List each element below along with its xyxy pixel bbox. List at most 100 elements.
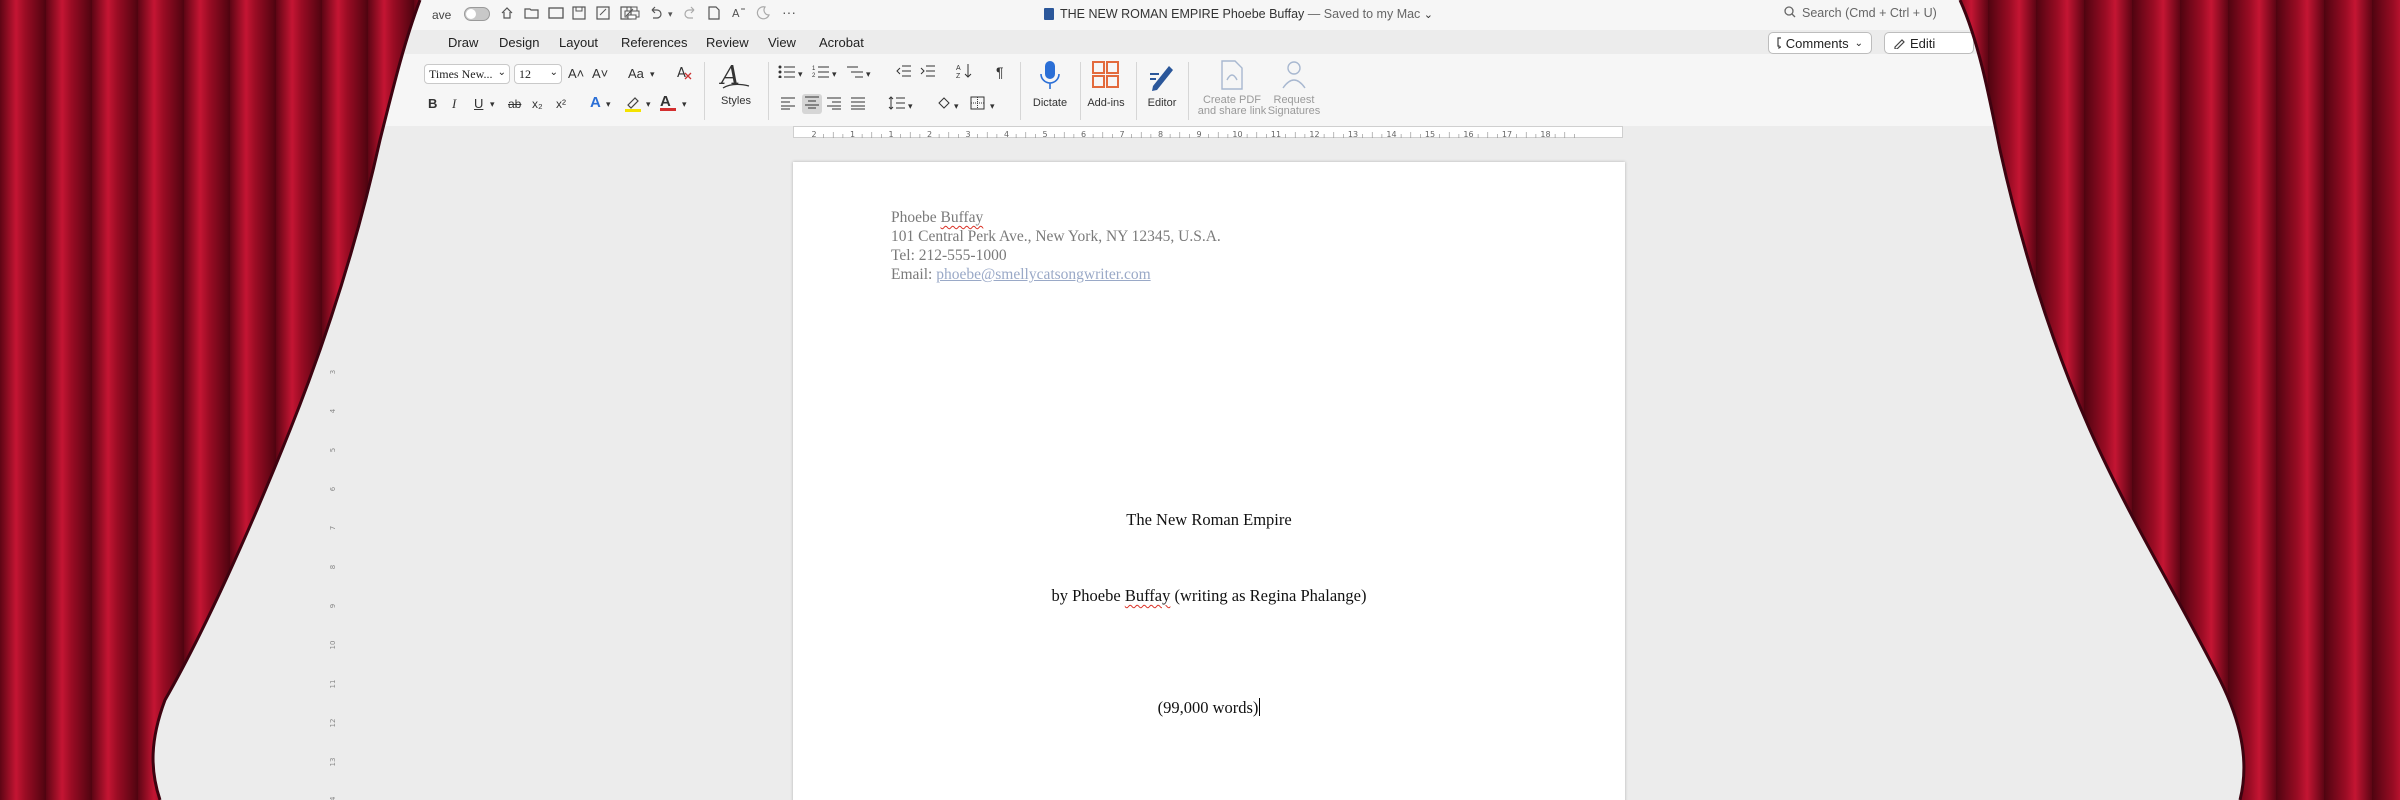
email-link[interactable]: phoebe@smellycatsongwriter.com [936, 266, 1150, 283]
undo-dropdown-icon[interactable]: ▾ [668, 9, 673, 20]
align-center-icon[interactable] [802, 94, 822, 114]
comment-icon [1777, 37, 1781, 49]
search-icon [1784, 6, 1796, 18]
redo-icon[interactable] [684, 6, 698, 20]
decrease-indent-icon[interactable] [896, 64, 912, 82]
text-effects-button[interactable]: A [590, 95, 601, 111]
superscript-button[interactable]: x² [556, 96, 566, 112]
comments-button[interactable]: Comments ⌄ [1768, 32, 1872, 54]
clear-formatting-icon[interactable]: A [676, 64, 692, 84]
justify-icon[interactable] [850, 96, 866, 114]
search-placeholder: Search (Cmd + Ctrl + U) [1802, 6, 1937, 20]
document-name: THE NEW ROMAN EMPIRE Phoebe Buffay [1060, 7, 1305, 21]
ruler-label: 13 [1348, 130, 1358, 139]
byline-surname: Buffay [1124, 586, 1171, 605]
right-curtain-image [1958, 0, 2400, 800]
request-signatures-sublabel: Signatures [1267, 105, 1321, 117]
chevron-down-icon[interactable]: ▾ [832, 66, 837, 82]
phone-line: Tel: 212-555-1000 [891, 247, 1007, 264]
multilevel-list-icon[interactable] [846, 64, 864, 82]
styles-button[interactable]: A Styles [712, 60, 760, 107]
borders-icon[interactable] [970, 96, 986, 114]
highlight-button[interactable] [624, 94, 642, 116]
tab-view[interactable]: View [768, 35, 796, 50]
autosave-toggle[interactable] [464, 7, 490, 21]
ruler-label: 17 [1502, 130, 1512, 139]
text-cursor [1259, 698, 1261, 716]
format-text-icon[interactable]: A [732, 6, 746, 20]
ruler-label: 16 [1463, 130, 1473, 139]
bullets-icon[interactable] [778, 64, 796, 82]
underline-button[interactable]: U [474, 96, 483, 112]
request-signatures-button[interactable]: Request Signatures [1264, 60, 1324, 117]
tab-draw[interactable]: Draw [448, 35, 478, 50]
divider [768, 62, 769, 120]
font-color-button[interactable]: A [660, 94, 676, 111]
save-as-icon[interactable] [596, 6, 610, 20]
align-right-icon[interactable] [826, 96, 842, 114]
document-page[interactable]: Phoebe Buffay 101 Central Perk Ave., New… [793, 162, 1625, 800]
align-left-icon[interactable] [780, 96, 796, 114]
save-icon[interactable] [572, 6, 586, 20]
chevron-down-icon[interactable]: ▾ [954, 98, 959, 114]
undo-icon[interactable] [648, 6, 662, 20]
chevron-down-icon[interactable]: ▾ [646, 96, 651, 112]
styles-label: Styles [721, 95, 751, 107]
subscript-button[interactable]: x₂ [532, 96, 543, 112]
add-ins-button[interactable]: Add-ins [1084, 60, 1128, 109]
italic-button[interactable]: I [452, 96, 456, 112]
ruler-label: 8 [1158, 130, 1163, 139]
font-size-value: 12 [519, 67, 531, 81]
chevron-down-icon[interactable]: ▾ [650, 66, 655, 82]
title-chevron-icon: ⌄ [1423, 9, 1434, 21]
chevron-down-icon[interactable]: ▾ [990, 98, 995, 114]
author-last-name: Buffay [940, 209, 984, 226]
ruler-label: 1 [850, 130, 855, 139]
document-title[interactable]: THE NEW ROMAN EMPIRE Phoebe Buffay — Sav… [1044, 7, 1433, 21]
shading-icon[interactable] [936, 96, 952, 114]
numbering-icon[interactable]: 12 [812, 64, 830, 82]
new-window-icon[interactable] [548, 6, 564, 20]
chevron-down-icon[interactable]: ▾ [606, 96, 611, 112]
chevron-down-icon[interactable]: ▾ [908, 98, 913, 114]
strikethrough-button[interactable]: ab [508, 96, 521, 112]
byline-suffix: (writing as Regina Phalange) [1170, 586, 1367, 605]
change-case-icon[interactable]: Aa [628, 66, 644, 82]
sort-icon[interactable]: AZ [956, 63, 974, 83]
blank-document-icon[interactable] [708, 6, 720, 20]
chevron-down-icon[interactable]: ▾ [798, 66, 803, 82]
tab-design[interactable]: Design [499, 35, 539, 50]
font-size-dropdown[interactable]: 12 ⌄ [514, 64, 562, 84]
byline: by Phoebe Buffay (writing as Regina Phal… [793, 586, 1625, 606]
chevron-down-icon[interactable]: ▾ [490, 96, 495, 112]
ruler-strip: 2 1 1 2 3 4 5 6 7 8 9 10 11 12 13 14 15 16 17 18 [793, 126, 1623, 139]
add-ins-icon [1092, 61, 1119, 88]
show-formatting-marks-icon[interactable]: ¶ [996, 64, 1004, 80]
chevron-down-icon: ⌄ [549, 67, 558, 78]
font-name-dropdown[interactable]: Times New... ⌄ [424, 64, 510, 84]
tab-review[interactable]: Review [706, 35, 749, 50]
tab-acrobat[interactable]: Acrobat [819, 35, 864, 50]
grow-font-icon[interactable]: A˄ [568, 66, 584, 82]
increase-indent-icon[interactable] [920, 64, 936, 82]
home-icon[interactable] [500, 6, 514, 20]
search-box[interactable]: Search (Cmd + Ctrl + U) [1784, 6, 1937, 20]
ruler-ticks: 2 1 1 2 3 4 5 6 7 8 9 10 11 12 13 14 15 16 17 18 [811, 130, 1575, 139]
tab-layout[interactable]: Layout [559, 35, 598, 50]
line-spacing-icon[interactable] [888, 96, 906, 114]
dictate-button[interactable]: Dictate [1028, 60, 1072, 109]
signature-person-icon [1282, 61, 1306, 89]
print-button[interactable] [624, 6, 640, 20]
shrink-font-icon[interactable]: A˅ [592, 66, 608, 82]
divider [1020, 62, 1021, 120]
open-folder-icon[interactable] [524, 6, 540, 20]
chevron-down-icon[interactable]: ▾ [866, 66, 871, 82]
chevron-down-icon: ⌄ [497, 67, 506, 78]
more-commands-icon[interactable]: ··· [782, 4, 796, 20]
ruler-label: 4 [1004, 130, 1009, 139]
tab-references[interactable]: References [621, 35, 687, 50]
editor-button[interactable]: Editor [1142, 60, 1182, 109]
dark-mode-icon[interactable] [756, 6, 770, 20]
chevron-down-icon[interactable]: ▾ [682, 96, 687, 112]
create-pdf-button[interactable]: Create PDF and share link [1196, 60, 1268, 117]
